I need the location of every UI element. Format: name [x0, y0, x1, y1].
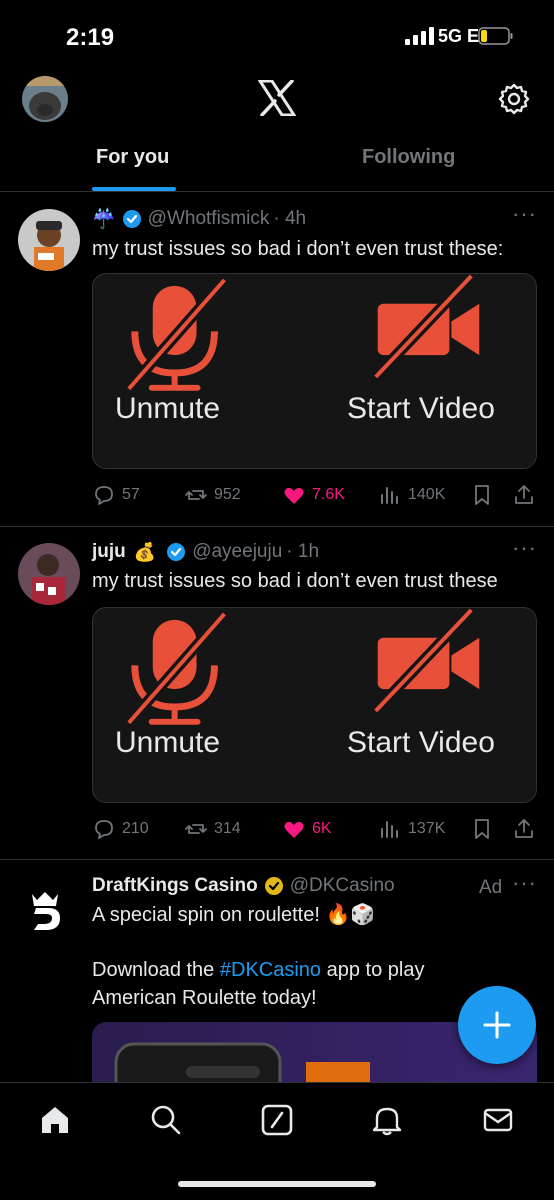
more-options-icon[interactable]: ··· [512, 870, 537, 896]
home-icon[interactable] [38, 1103, 72, 1137]
repost-icon [185, 490, 207, 500]
tweet-time: · 4h [273, 208, 307, 229]
repost-button[interactable]: 952 [184, 483, 241, 507]
compose-button[interactable] [458, 986, 536, 1064]
status-bar: 2:19 5G E [0, 0, 554, 66]
tweet-media[interactable]: Unmute Start Video [92, 607, 537, 803]
tweet-media[interactable]: Unmute Start Video [92, 273, 537, 469]
repost-button[interactable]: 314 [184, 817, 241, 841]
tab-following[interactable]: Following [362, 146, 455, 169]
ad-author-name[interactable]: DraftKings Casino [92, 875, 258, 897]
author-handle[interactable]: @ayeejuju [192, 541, 282, 563]
search-icon[interactable] [149, 1103, 183, 1137]
signal-icon [405, 27, 434, 45]
reply-button[interactable]: 210 [92, 817, 149, 841]
author-name-emoji: 💰 [133, 541, 157, 562]
profile-avatar[interactable] [22, 76, 68, 122]
status-time: 2:19 [66, 24, 115, 51]
media-label-unmute: Unmute [115, 392, 221, 425]
ad-text-line1: A special spin on roulette! 🔥🎲 [92, 904, 376, 926]
tweet-header: ☔ @Whotfismick · 4h [92, 207, 306, 231]
views-count: 137K [408, 820, 446, 837]
tweet[interactable]: juju 💰 @ayeejuju · 1h ··· my trust issue… [0, 527, 554, 860]
more-options-icon[interactable]: ··· [512, 535, 537, 561]
reply-icon [95, 820, 113, 839]
views-button[interactable]: 140K [378, 483, 445, 507]
reply-count: 57 [122, 486, 140, 503]
like-button[interactable]: 7.6K [282, 483, 345, 507]
tweet-actions: 57 952 7.6K 140K [92, 483, 537, 509]
bell-icon[interactable] [370, 1103, 404, 1137]
ad-text-line3: American Roulette today! [92, 987, 317, 1009]
active-tab-indicator [92, 187, 176, 191]
like-count: 6K [312, 820, 332, 837]
ad-text-line2-pre: Download the [92, 959, 220, 981]
gear-icon[interactable] [497, 82, 531, 116]
draftkings-logo-icon[interactable] [22, 886, 68, 932]
verified-badge-icon [122, 210, 141, 228]
tab-for-you[interactable]: For you [96, 146, 169, 169]
ad-author-handle[interactable]: @DKCasino [290, 875, 395, 897]
ad-header: DraftKings Casino @DKCasino [92, 875, 395, 897]
author-avatar[interactable] [18, 543, 80, 605]
ad-text-line2-post: app to play [321, 959, 425, 981]
tweet-time: · 1h [286, 541, 320, 562]
mail-icon[interactable] [481, 1103, 515, 1137]
repost-count: 952 [214, 486, 241, 503]
share-icon[interactable] [512, 483, 536, 507]
author-name-emoji[interactable]: ☔ [92, 207, 116, 231]
author-avatar[interactable] [18, 209, 80, 271]
bookmark-icon[interactable] [470, 483, 494, 507]
views-icon [381, 821, 398, 838]
reply-button[interactable]: 57 [92, 483, 140, 507]
tweet[interactable]: ☔ @Whotfismick · 4h ··· my trust issues … [0, 193, 554, 527]
verified-badge-icon [167, 543, 186, 561]
x-logo-icon[interactable] [258, 80, 296, 116]
mic-muted-icon [124, 608, 480, 727]
author-handle[interactable]: @Whotfismick [148, 208, 270, 230]
like-count: 7.6K [312, 486, 345, 503]
repost-icon [185, 824, 207, 834]
heart-filled-icon [284, 821, 304, 838]
mic-muted-icon [124, 274, 480, 393]
tweet-actions: 210 314 6K 137K [92, 817, 537, 843]
like-button[interactable]: 6K [282, 817, 332, 841]
media-label-start-video: Start Video [347, 726, 495, 759]
reply-count: 210 [122, 820, 149, 837]
reply-icon [95, 486, 113, 505]
grok-icon[interactable] [260, 1103, 294, 1137]
repost-count: 314 [214, 820, 241, 837]
author-name[interactable]: juju [92, 541, 126, 563]
tweet-header: juju 💰 @ayeejuju · 1h [92, 541, 319, 563]
battery-icon [478, 27, 513, 45]
views-icon [381, 487, 398, 504]
media-label-start-video: Start Video [347, 392, 495, 425]
share-icon[interactable] [512, 817, 536, 841]
heart-filled-icon [284, 487, 304, 504]
network-type: 5G E [438, 26, 480, 46]
views-button[interactable]: 137K [378, 817, 445, 841]
views-count: 140K [408, 486, 446, 503]
home-indicator [178, 1181, 376, 1187]
ad-hashtag-link[interactable]: #DKCasino [220, 959, 321, 981]
plus-icon [483, 1011, 511, 1039]
tweet-text: my trust issues so bad i don’t even trus… [92, 238, 504, 260]
verified-gold-badge-icon [264, 877, 283, 895]
header: For you Following [0, 66, 554, 192]
ad-label: Ad [479, 877, 503, 898]
media-label-unmute: Unmute [115, 726, 221, 759]
bookmark-icon[interactable] [470, 817, 494, 841]
more-options-icon[interactable]: ··· [512, 201, 537, 227]
tweet-text: my trust issues so bad i don’t even trus… [92, 570, 498, 592]
ad-text-line2: Download the #DKCasino app to play [92, 956, 424, 984]
